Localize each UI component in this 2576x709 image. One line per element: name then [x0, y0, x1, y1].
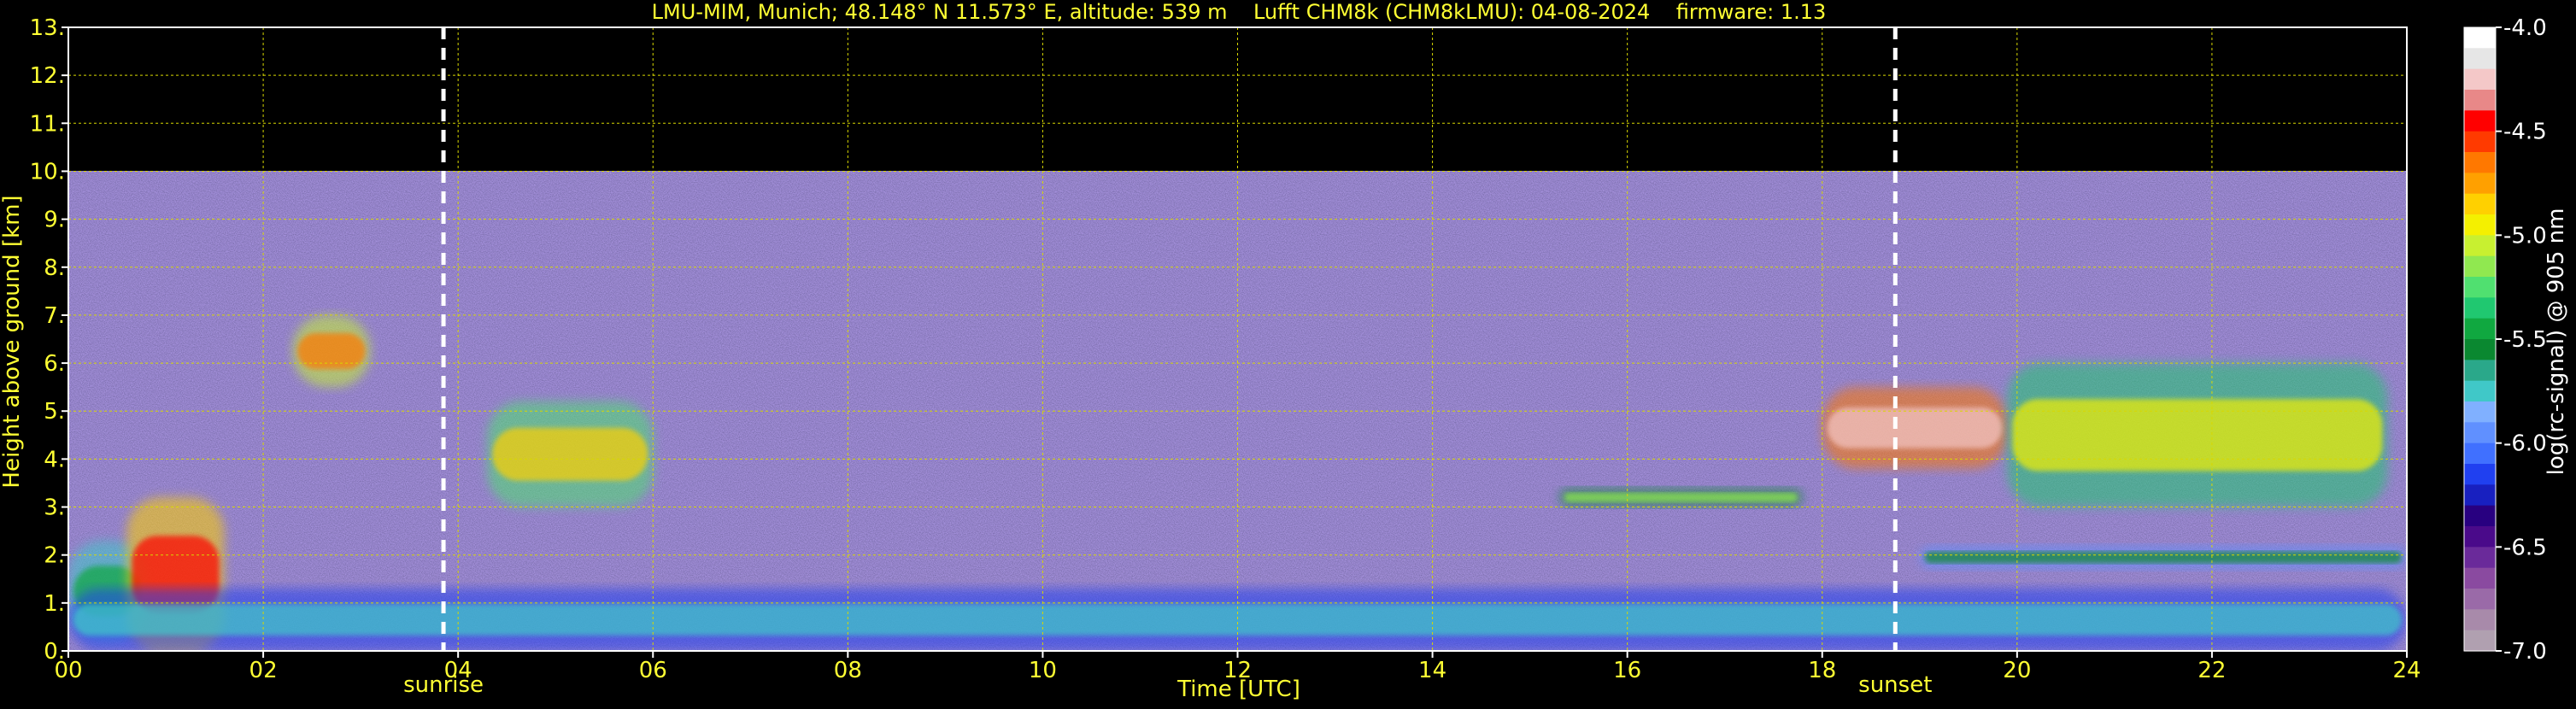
colorbar-swatch: [2464, 442, 2496, 465]
layer-core: [492, 427, 648, 481]
colorbar-swatch: [2464, 609, 2496, 631]
colorbar-tick-label: -7.0: [2503, 639, 2547, 665]
colorbar-tick-label: -4.5: [2503, 120, 2547, 145]
layer-core: [297, 332, 366, 370]
chart-title: LMU-MIM, Munich; 48.148° N 11.573° E, al…: [652, 0, 1827, 24]
y-tick-label: 11.: [30, 111, 65, 137]
colorbar-swatch: [2464, 464, 2496, 485]
x-tick-label: 24: [2392, 658, 2421, 683]
colorbar-swatch: [2464, 255, 2496, 278]
colorbar-label: log(rc-signal) @ 905 nm: [2544, 208, 2569, 476]
y-tick-label: 10.: [30, 159, 65, 185]
ceilometer-chart: sunrise sunset 00 02 04 06 08 10 12 14 16 18 20 22 24…: [0, 0, 2576, 706]
sunset-label: sunset: [1858, 672, 1932, 698]
colorbar-swatch: [2464, 131, 2496, 153]
x-tick-label: 14: [1418, 658, 1446, 683]
layer-core: [1827, 407, 2003, 448]
colorbar-swatch: [2464, 90, 2496, 111]
x-tick-label: 20: [2003, 658, 2031, 683]
colorbar-swatch: [2464, 547, 2496, 569]
colorbar-swatch: [2464, 68, 2496, 91]
colorbar-tick-label: -6.5: [2503, 535, 2547, 560]
layer-3: [487, 401, 654, 507]
colorbar-swatch: [2464, 318, 2496, 340]
colorbar-swatch: [2464, 589, 2496, 610]
y-tick-label: 1.: [44, 591, 65, 617]
y-tick-label: 8.: [44, 255, 65, 281]
layer-5: [1822, 387, 2008, 469]
layer-core: [1924, 551, 2402, 564]
colorbar-tick-label: -6.0: [2503, 431, 2547, 457]
colorbar-swatch: [2464, 235, 2496, 257]
x-tick-label: 22: [2198, 658, 2226, 683]
colorbar-tick-label: -5.0: [2503, 223, 2547, 249]
colorbar: -4.0 -4.5 -5.0 -5.5 -6.0 -6.5 -7.0: [2463, 15, 2547, 665]
x-axis-label: Time [UTC]: [1177, 677, 1300, 702]
colorbar-swatch: [2464, 193, 2496, 215]
y-axis-label: Height above ground [km]: [0, 195, 25, 488]
y-tick-label: 13.: [30, 15, 65, 41]
colorbar-swatch: [2464, 214, 2496, 236]
y-tick-label: 7.: [44, 303, 65, 329]
colorbar-swatch: [2464, 297, 2496, 319]
colorbar-swatch: [2464, 48, 2496, 70]
layer-7: [1919, 545, 2407, 570]
colorbar-tick-label: -4.0: [2503, 15, 2547, 41]
x-tick-label: 06: [639, 658, 667, 683]
x-tick-label: 04: [444, 658, 472, 683]
colorbar-swatch: [2464, 505, 2496, 527]
y-tick-label: 4.: [44, 447, 65, 472]
layer-core: [1564, 492, 1798, 502]
colorbar-swatch: [2464, 339, 2496, 360]
x-tick-label: 18: [1808, 658, 1836, 683]
colorbar-swatch: [2464, 422, 2496, 444]
x-tick-label: 10: [1029, 658, 1057, 683]
colorbar-swatch: [2464, 277, 2496, 298]
colorbar-swatch: [2464, 484, 2496, 507]
layer-4: [1558, 488, 1803, 507]
layer-6: [2007, 363, 2388, 507]
y-tick-label: 2.: [44, 543, 65, 569]
colorbar-tick-label: -5.5: [2503, 327, 2547, 353]
y-tick-label: 12.: [30, 63, 65, 89]
colorbar-swatch: [2464, 173, 2496, 195]
colorbar-swatch: [2464, 526, 2496, 548]
y-tick-label: 0.: [44, 639, 65, 665]
y-tick-label: 3.: [44, 495, 65, 521]
colorbar-swatch: [2464, 380, 2496, 402]
y-tick-label: 5.: [44, 399, 65, 425]
colorbar-swatch: [2464, 630, 2496, 652]
colorbar-swatch: [2464, 27, 2496, 49]
layer-2: [292, 314, 371, 388]
x-tick-label: 08: [834, 658, 862, 683]
layer-core: [2012, 399, 2383, 472]
colorbar-swatch: [2464, 401, 2496, 423]
colorbar-swatch: [2464, 567, 2496, 589]
y-tick-label: 9.: [44, 208, 65, 233]
colorbar-swatch: [2464, 110, 2496, 132]
colorbar-swatch: [2464, 360, 2496, 382]
y-tick-label: 6.: [44, 351, 65, 377]
colorbar-swatch: [2464, 152, 2496, 173]
x-tick-label: 02: [249, 658, 278, 683]
x-tick-label: 16: [1613, 658, 1641, 683]
chart-svg: sunrise sunset 00 02 04 06 08 10 12 14 16 18 20 22 24…: [0, 0, 2569, 702]
